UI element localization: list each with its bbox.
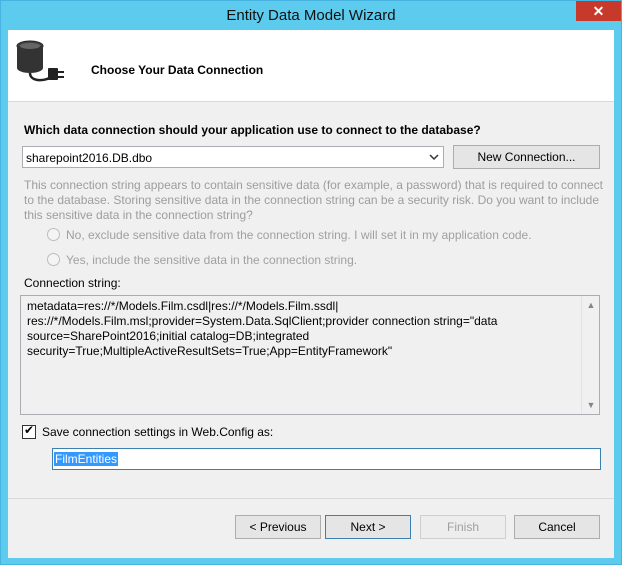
sensitive-data-warning: This connection string appears to contai… xyxy=(24,178,603,222)
cancel-button[interactable]: Cancel xyxy=(514,515,600,539)
close-button[interactable]: ✕ xyxy=(576,1,621,21)
finish-button[interactable]: Finish xyxy=(420,515,506,539)
database-plug-icon xyxy=(16,40,64,82)
connection-string-textbox[interactable]: metadata=res://*/Models.Film.csdl|res://… xyxy=(20,295,600,415)
connection-question: Which data connection should your applic… xyxy=(24,123,481,137)
window-title: Entity Data Model Wizard xyxy=(226,7,396,24)
vertical-scrollbar[interactable]: ▲ ▼ xyxy=(581,296,599,414)
connection-string-label: Connection string: xyxy=(24,276,121,290)
wizard-client-area: Choose Your Data Connection Which data c… xyxy=(8,30,614,558)
previous-button[interactable]: < Previous xyxy=(235,515,321,539)
new-connection-button[interactable]: New Connection... xyxy=(453,145,600,169)
close-icon: ✕ xyxy=(592,3,605,19)
entity-name-input[interactable]: FilmEntities xyxy=(52,448,601,470)
radio-exclude-sensitive[interactable]: No, exclude sensitive data from the conn… xyxy=(47,228,532,242)
save-settings-checkbox[interactable]: ✔ xyxy=(22,423,36,439)
wizard-header: Choose Your Data Connection xyxy=(8,30,614,102)
scroll-up-icon[interactable]: ▲ xyxy=(585,300,597,310)
check-icon: ✔ xyxy=(24,423,35,437)
entity-name-value: FilmEntities xyxy=(54,452,119,466)
radio-label: No, exclude sensitive data from the conn… xyxy=(66,228,532,242)
radio-button[interactable] xyxy=(47,228,60,241)
page-title: Choose Your Data Connection xyxy=(91,63,264,77)
connection-string-line: metadata=res://*/Models.Film.csdl|res://… xyxy=(27,299,339,313)
connection-string-line: security=True;MultipleActiveResultSets=T… xyxy=(27,344,393,358)
wizard-window: Entity Data Model Wizard ✕ Choose Your D… xyxy=(0,0,622,565)
connection-string-line: source=SharePoint2016;initial catalog=DB… xyxy=(27,329,310,343)
next-button[interactable]: Next > xyxy=(325,515,411,539)
connection-string-text[interactable]: metadata=res://*/Models.Film.csdl|res://… xyxy=(27,299,579,359)
connection-string-line: res://*/Models.Film.msl;provider=System.… xyxy=(27,314,498,328)
title-bar[interactable]: Entity Data Model Wizard ✕ xyxy=(1,1,621,30)
save-settings-checkbox-row[interactable]: ✔ Save connection settings in Web.Config … xyxy=(22,423,274,439)
radio-button[interactable] xyxy=(47,253,60,266)
data-connection-value: sharepoint2016.DB.dbo xyxy=(26,151,153,165)
radio-label: Yes, include the sensitive data in the c… xyxy=(66,253,358,267)
chevron-down-icon[interactable] xyxy=(428,150,440,164)
radio-include-sensitive[interactable]: Yes, include the sensitive data in the c… xyxy=(47,253,357,267)
footer-divider xyxy=(8,498,614,499)
save-settings-label: Save connection settings in Web.Config a… xyxy=(42,425,274,439)
data-connection-select[interactable]: sharepoint2016.DB.dbo xyxy=(22,146,444,168)
scroll-down-icon[interactable]: ▼ xyxy=(585,400,597,410)
